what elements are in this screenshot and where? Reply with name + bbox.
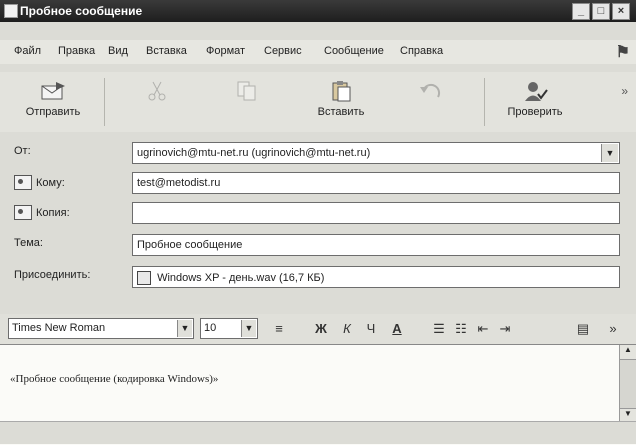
cc-field[interactable] (132, 202, 620, 224)
chevron-down-icon[interactable]: ▼ (601, 144, 618, 162)
undo-icon (420, 83, 441, 98)
undo-button[interactable] (386, 76, 476, 128)
windows-logo-icon: ⚑ (615, 44, 630, 61)
copy-icon (237, 81, 256, 101)
subject-field[interactable]: Пробное сообщение (132, 234, 620, 256)
to-button[interactable]: Кому: (14, 175, 65, 190)
underline-button[interactable]: Ч (362, 320, 380, 338)
chevron-down-icon[interactable]: ▼ (177, 320, 192, 337)
message-header: От: ugrinovich@mtu-net.ru (ugrinovich@mt… (0, 138, 636, 314)
formatting-toolbar: Times New Roman ▼ 10 ▼ ≡ Ж К Ч A ☰ ☷ ⇤ ⇥… (0, 314, 636, 344)
menu-bar: Файл Правка Вид Вставка Формат Сервис Со… (0, 40, 636, 64)
cc-button[interactable]: Копия: (14, 205, 70, 220)
from-row: От: ugrinovich@mtu-net.ru (ugrinovich@mt… (0, 138, 636, 168)
paste-label: Вставить (317, 106, 365, 118)
to-value: test@metodist.ru (137, 177, 221, 189)
toolbar-overflow-icon[interactable]: » (621, 84, 628, 98)
scroll-up-icon[interactable]: ▲ (620, 345, 636, 360)
chevron-down-icon[interactable]: ▼ (241, 320, 256, 337)
to-field[interactable]: test@metodist.ru (132, 172, 620, 194)
check-names-label: Проверить (507, 106, 563, 118)
window-controls: _ □ × (572, 3, 630, 20)
italic-button[interactable]: К (338, 320, 356, 338)
menu-message[interactable]: Сообщение (324, 45, 384, 57)
increase-indent-icon[interactable]: ⇥ (496, 320, 514, 338)
font-size-select[interactable]: 10 ▼ (200, 318, 258, 339)
menu-format[interactable]: Формат (206, 45, 245, 57)
address-book-icon (14, 175, 32, 190)
bulleted-list-icon[interactable]: ☷ (452, 320, 470, 338)
font-select[interactable]: Times New Roman ▼ (8, 318, 194, 339)
bold-button[interactable]: Ж (312, 320, 330, 338)
title-bar: Пробное сообщение _ □ × (0, 0, 636, 22)
subject-label: Тема: (14, 237, 43, 249)
subject-value: Пробное сообщение (137, 239, 243, 251)
toolbar-separator (104, 78, 105, 126)
mail-app-icon (4, 4, 18, 18)
message-body-text: «Пробное сообщение (кодировка Windows)» (10, 373, 219, 385)
paste-button[interactable]: Вставить (296, 76, 386, 128)
align-left-icon[interactable]: ▤ (574, 320, 592, 338)
audio-file-icon (137, 271, 151, 285)
minimize-button[interactable]: _ (572, 3, 590, 20)
menu-edit[interactable]: Правка (58, 45, 95, 57)
send-icon (41, 82, 65, 100)
maximize-button[interactable]: □ (592, 3, 610, 20)
menu-tools[interactable]: Сервис (264, 45, 302, 57)
vertical-scrollbar[interactable]: ▲ ▼ (619, 345, 636, 423)
status-bar (0, 421, 636, 444)
attach-label: Присоединить: (14, 269, 91, 281)
cc-row: Копия: (0, 198, 636, 228)
paste-icon (332, 81, 351, 102)
menu-file[interactable]: Файл (14, 45, 41, 57)
check-names-button[interactable]: Проверить (490, 76, 580, 128)
address-book-icon (14, 205, 32, 220)
attach-field[interactable]: Windows XP - день.wav (16,7 КБ) (132, 266, 620, 288)
to-row: Кому: test@metodist.ru (0, 168, 636, 198)
menu-help[interactable]: Справка (400, 45, 443, 57)
font-value: Times New Roman (12, 322, 106, 334)
cc-label: Копия: (36, 206, 70, 219)
from-value: ugrinovich@mtu-net.ru (ugrinovich@mtu-ne… (137, 147, 371, 159)
check-names-icon (525, 82, 548, 101)
send-label: Отправить (25, 106, 81, 118)
from-select[interactable]: ugrinovich@mtu-net.ru (ugrinovich@mtu-ne… (132, 142, 620, 164)
paragraph-style-icon[interactable]: ≡ (270, 320, 288, 338)
window-title: Пробное сообщение (20, 4, 143, 18)
font-color-button[interactable]: A (388, 320, 406, 338)
attach-row: Присоединить: Windows XP - день.wav (16,… (0, 262, 636, 292)
from-label: От: (14, 145, 31, 157)
close-button[interactable]: × (612, 3, 630, 20)
menu-view[interactable]: Вид (108, 45, 128, 57)
toolbar-separator (484, 78, 485, 126)
to-label: Кому: (36, 176, 65, 189)
cut-button[interactable] (112, 76, 202, 128)
toolbar: Отправить Вставить Проверить » (0, 72, 636, 132)
numbered-list-icon[interactable]: ☰ (430, 320, 448, 338)
font-size-value: 10 (204, 322, 217, 334)
toolbar-overflow-icon[interactable]: » (604, 320, 622, 338)
scissors-icon (148, 81, 166, 101)
attach-value: Windows XP - день.wav (16,7 КБ) (157, 271, 325, 284)
copy-button[interactable] (202, 76, 292, 128)
subject-row: Тема: Пробное сообщение (0, 230, 636, 260)
menu-insert[interactable]: Вставка (146, 45, 187, 57)
decrease-indent-icon[interactable]: ⇤ (474, 320, 492, 338)
send-button[interactable]: Отправить (8, 76, 98, 128)
